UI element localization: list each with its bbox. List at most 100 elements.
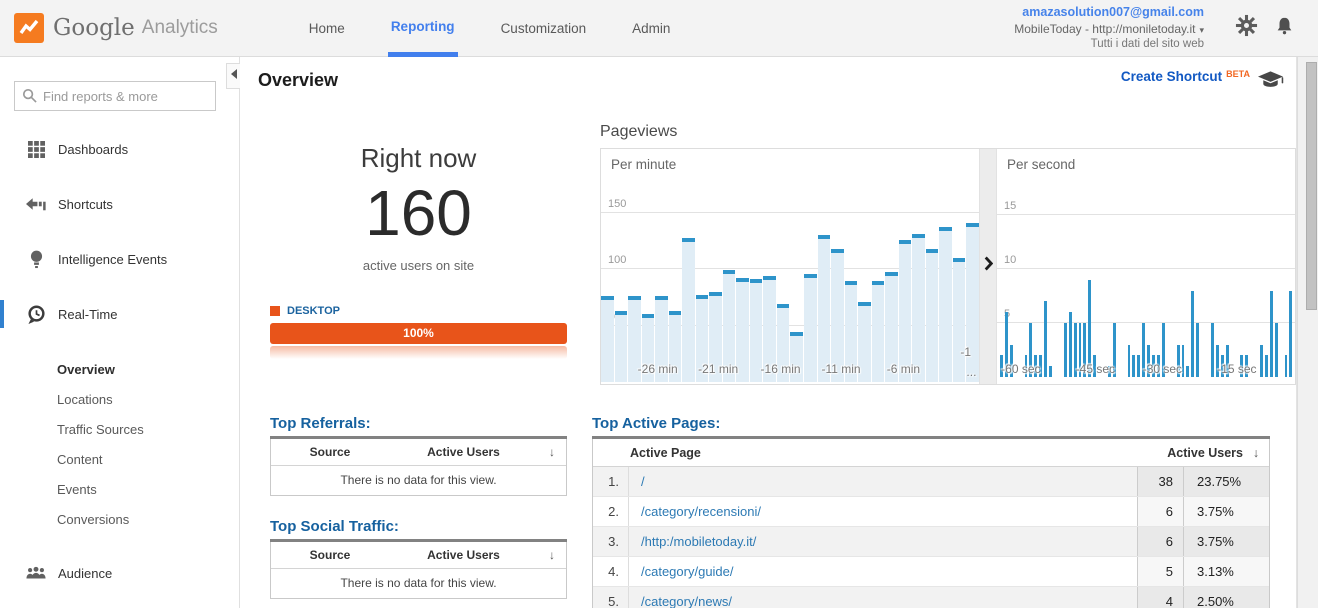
sidebar-item-real-time[interactable]: Real-Time xyxy=(0,300,239,328)
empty-message: There is no data for this view. xyxy=(271,569,566,598)
sidebar-item-intelligence-events[interactable]: Intelligence Events xyxy=(0,245,239,273)
submenu-content[interactable]: Content xyxy=(57,445,239,475)
table-row: 3. /http:/mobiletoday.it/ 6 3.75% xyxy=(593,527,1269,557)
top-referrals-title: Top Referrals: xyxy=(270,415,567,432)
shortcuts-arrow-icon xyxy=(26,197,46,211)
col-active-users: Active Users xyxy=(389,445,538,459)
chart-annotation: -1 xyxy=(960,345,971,359)
submenu-overview[interactable]: Overview xyxy=(57,355,239,385)
desktop-legend-swatch xyxy=(270,306,280,316)
page-scrollbar[interactable] xyxy=(1297,57,1318,608)
primary-nav: Home Reporting Customization Admin xyxy=(286,0,694,57)
graduation-cap-icon[interactable] xyxy=(1258,71,1284,94)
bar xyxy=(1275,323,1278,377)
page-title: Overview xyxy=(258,70,338,91)
sidebar-item-dashboards[interactable]: Dashboards xyxy=(0,135,239,163)
table-header: Source Active Users ↓ xyxy=(271,542,566,569)
row-active-users: 6 xyxy=(1137,497,1183,526)
settings-button[interactable] xyxy=(1234,16,1258,40)
gridline xyxy=(601,212,979,213)
col-active-users: Active Users xyxy=(1167,446,1243,460)
sidebar-item-label: Real-Time xyxy=(58,307,117,322)
sort-descending-icon[interactable]: ↓ xyxy=(1243,446,1269,460)
active-page-link[interactable]: /category/guide/ xyxy=(629,557,1137,586)
active-page-link[interactable]: /category/recensioni/ xyxy=(629,497,1137,526)
gridline xyxy=(997,214,1295,215)
device-legend: DESKTOP xyxy=(270,305,567,317)
active-page-link[interactable]: /http:/mobiletoday.it/ xyxy=(629,527,1137,556)
create-shortcut-link[interactable]: Create Shortcut xyxy=(1121,69,1222,84)
brand-analytics: Analytics xyxy=(142,17,218,39)
submenu-traffic-sources[interactable]: Traffic Sources xyxy=(57,415,239,445)
beta-badge: BETA xyxy=(1226,69,1250,79)
row-rank: 1. xyxy=(593,467,629,496)
y-axis-tick: 150 xyxy=(608,198,626,210)
sidebar-item-label: Audience xyxy=(58,566,112,581)
sidebar-collapse-button[interactable] xyxy=(226,63,240,89)
x-axis-tick: -6 min xyxy=(887,362,920,376)
chart-pager-divider[interactable] xyxy=(979,149,997,384)
nav-customization[interactable]: Customization xyxy=(498,0,590,57)
main-content: Overview Create Shortcut BETA Right now … xyxy=(241,57,1297,608)
submenu-conversions[interactable]: Conversions xyxy=(57,505,239,535)
bar xyxy=(1211,323,1214,377)
top-social-title: Top Social Traffic: xyxy=(270,518,567,535)
row-active-users: 6 xyxy=(1137,527,1183,556)
table-row: 2. /category/recensioni/ 6 3.75% xyxy=(593,497,1269,527)
right-now-card: Right now 160 active users on site DESKT… xyxy=(270,129,567,359)
row-percent: 3.75% xyxy=(1183,527,1269,556)
notifications-button[interactable] xyxy=(1272,16,1296,40)
property-name: MobileToday - http://moniletoday.it xyxy=(1014,22,1195,36)
per-second-plot: 51015-60 sec-45 sec-30 sec-15 sec xyxy=(997,149,1295,384)
desktop-percent-bar: 100% xyxy=(270,323,567,344)
x-axis-tick: -21 min xyxy=(698,362,738,376)
sidebar-item-shortcuts[interactable]: Shortcuts xyxy=(0,190,239,218)
app-header: Google Analytics Home Reporting Customiz… xyxy=(0,0,1318,57)
bar xyxy=(601,296,614,382)
x-axis-tick: -60 sec xyxy=(1001,362,1040,376)
table-header: Active Page Active Users ↓ xyxy=(593,439,1269,467)
bar xyxy=(1196,323,1199,377)
left-tables-column: Top Referrals: Source Active Users ↓ The… xyxy=(270,415,567,599)
x-axis-tick: -45 sec xyxy=(1076,362,1115,376)
google-analytics-logo[interactable]: Google Analytics xyxy=(14,13,218,43)
account-email-link[interactable]: amazasolution007@gmail.com xyxy=(1014,4,1204,21)
sidebar-item-label: Intelligence Events xyxy=(58,252,167,267)
per-second-label: Per second xyxy=(1007,157,1075,172)
row-percent: 23.75% xyxy=(1183,467,1269,496)
bar xyxy=(1270,291,1273,377)
gridline xyxy=(997,268,1295,269)
bar xyxy=(912,234,925,382)
table-row: 5. /category/news/ 4 2.50% xyxy=(593,587,1269,608)
sidebar-nav: Dashboards Shortcuts Intelligence Events… xyxy=(0,135,239,608)
bar xyxy=(1186,366,1189,377)
row-active-users: 5 xyxy=(1137,557,1183,586)
bar xyxy=(1137,355,1140,377)
search-input[interactable] xyxy=(14,81,216,111)
scrollbar-thumb[interactable] xyxy=(1306,62,1317,310)
col-source: Source xyxy=(271,548,389,562)
row-rank: 2. xyxy=(593,497,629,526)
per-minute-label: Per minute xyxy=(611,157,676,172)
submenu-events[interactable]: Events xyxy=(57,475,239,505)
bar xyxy=(953,258,966,382)
bar xyxy=(1289,291,1292,377)
nav-reporting[interactable]: Reporting xyxy=(388,0,458,57)
active-page-link[interactable]: /category/news/ xyxy=(629,587,1137,608)
nav-home[interactable]: Home xyxy=(306,0,348,57)
bar xyxy=(872,281,885,382)
col-active-page: Active Page xyxy=(593,446,1167,460)
active-page-link[interactable]: / xyxy=(629,467,1137,496)
sort-descending-icon[interactable]: ↓ xyxy=(538,445,566,459)
search-icon xyxy=(22,88,37,108)
bar xyxy=(1128,345,1131,377)
sort-descending-icon[interactable]: ↓ xyxy=(538,548,566,562)
sidebar: Dashboards Shortcuts Intelligence Events… xyxy=(0,57,240,608)
property-selector[interactable]: MobileToday - http://moniletoday.it▾ xyxy=(1014,21,1204,37)
account-info: amazasolution007@gmail.com MobileToday -… xyxy=(1014,4,1204,53)
sidebar-item-audience[interactable]: Audience xyxy=(0,559,239,587)
submenu-locations[interactable]: Locations xyxy=(57,385,239,415)
row-percent: 3.75% xyxy=(1183,497,1269,526)
right-now-title: Right now xyxy=(270,143,567,174)
nav-admin[interactable]: Admin xyxy=(629,0,673,57)
